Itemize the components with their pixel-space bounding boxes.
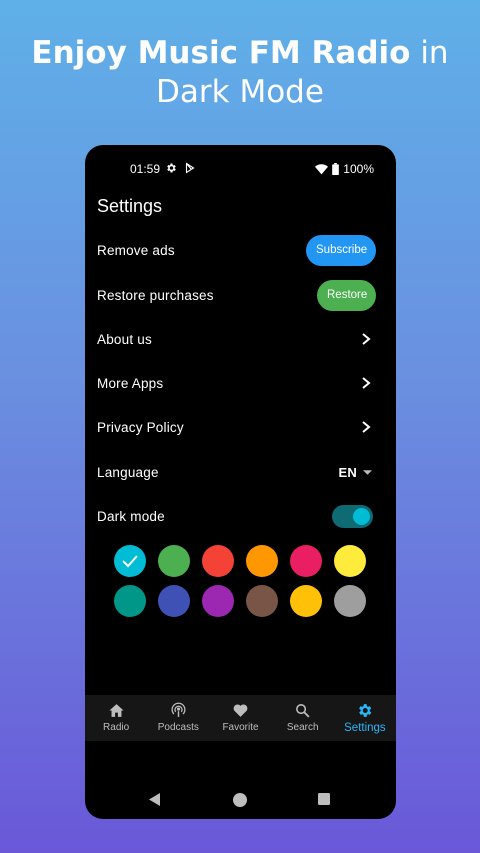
dark-mode-label: Dark mode (97, 508, 165, 524)
battery-icon (332, 163, 340, 175)
promo-headline: Enjoy Music FM Radio in Dark Mode (0, 34, 480, 112)
back-icon[interactable] (149, 793, 161, 806)
system-nav-bar (85, 785, 396, 815)
restore-purchases-label: Restore purchases (97, 287, 214, 303)
nav-label: Favorite (222, 722, 259, 733)
nav-search[interactable]: Search (272, 695, 334, 741)
more-apps-label: More Apps (97, 375, 164, 391)
play-store-icon (185, 162, 195, 174)
chevron-right-icon (362, 333, 371, 345)
row-dark-mode: Dark mode (97, 500, 376, 532)
nav-podcasts[interactable]: Podcasts (147, 695, 209, 741)
subscribe-button[interactable]: Subscribe (306, 234, 376, 266)
home-circle-icon[interactable] (233, 793, 247, 807)
battery-percent: 100% (343, 162, 374, 176)
row-restore-purchases: Restore purchases Restore (97, 279, 376, 311)
color-swatch[interactable] (290, 585, 322, 617)
status-time: 01:59 (130, 162, 161, 176)
color-swatch[interactable] (158, 585, 190, 617)
gear-icon (359, 704, 372, 717)
podcast-icon (171, 702, 186, 717)
chevron-right-icon (362, 421, 371, 433)
nav-radio[interactable]: Radio (85, 695, 147, 741)
about-us-label: About us (97, 331, 152, 347)
row-language: Language EN (97, 456, 376, 488)
headline-line-1: Enjoy Music FM Radio in (0, 34, 480, 72)
color-swatch[interactable] (246, 545, 278, 577)
home-icon (109, 704, 124, 717)
nav-settings[interactable]: Settings (334, 695, 396, 741)
row-more-apps[interactable]: More Apps (97, 367, 376, 399)
restore-button[interactable]: Restore (317, 279, 376, 311)
row-about-us[interactable]: About us (97, 323, 376, 355)
nav-favorite[interactable]: Favorite (209, 695, 271, 741)
language-value: EN (338, 464, 357, 480)
nav-label: Settings (344, 722, 386, 734)
toggle-knob (353, 507, 370, 525)
wifi-icon (315, 163, 329, 174)
bottom-nav: Radio Podcasts Favorite Search Settings (85, 695, 396, 741)
recents-icon[interactable] (318, 793, 330, 805)
status-bar: 01:59 100% (85, 145, 396, 191)
color-swatch[interactable] (158, 545, 190, 577)
chevron-right-icon (362, 377, 371, 389)
nav-label: Search (286, 722, 319, 733)
status-right: 100% (315, 162, 374, 176)
dark-mode-toggle[interactable] (332, 504, 373, 528)
color-swatch[interactable] (290, 545, 322, 577)
remove-ads-label: Remove ads (97, 242, 175, 258)
color-swatch[interactable] (114, 545, 146, 577)
language-label: Language (97, 464, 159, 480)
row-remove-ads: Remove ads Subscribe (97, 234, 376, 266)
color-swatch[interactable] (246, 585, 278, 617)
color-swatch[interactable] (114, 585, 146, 617)
color-swatch[interactable] (334, 545, 366, 577)
color-swatch[interactable] (202, 545, 234, 577)
headline-bold: Enjoy Music FM Radio (31, 35, 411, 71)
color-swatch[interactable] (334, 585, 366, 617)
privacy-policy-label: Privacy Policy (97, 419, 184, 435)
page-title: Settings (97, 196, 163, 216)
color-swatch[interactable] (202, 585, 234, 617)
caret-down-icon (363, 469, 372, 475)
language-select[interactable]: EN (339, 465, 372, 480)
row-privacy-policy[interactable]: Privacy Policy (97, 411, 376, 443)
headline-line-2: Dark Mode (156, 74, 324, 110)
nav-label: Radio (103, 722, 130, 733)
nav-label: Podcasts (157, 722, 199, 733)
headline-rest: in (410, 35, 449, 71)
swatch-row-2 (114, 585, 374, 617)
check-icon (122, 555, 138, 568)
gear-icon (167, 163, 176, 173)
search-icon (296, 704, 310, 718)
phone-screen: 01:59 100% Settings Remove ads Subscribe… (85, 145, 396, 819)
color-swatches (114, 545, 374, 625)
heart-icon (233, 704, 248, 717)
swatch-row-1 (114, 545, 374, 577)
